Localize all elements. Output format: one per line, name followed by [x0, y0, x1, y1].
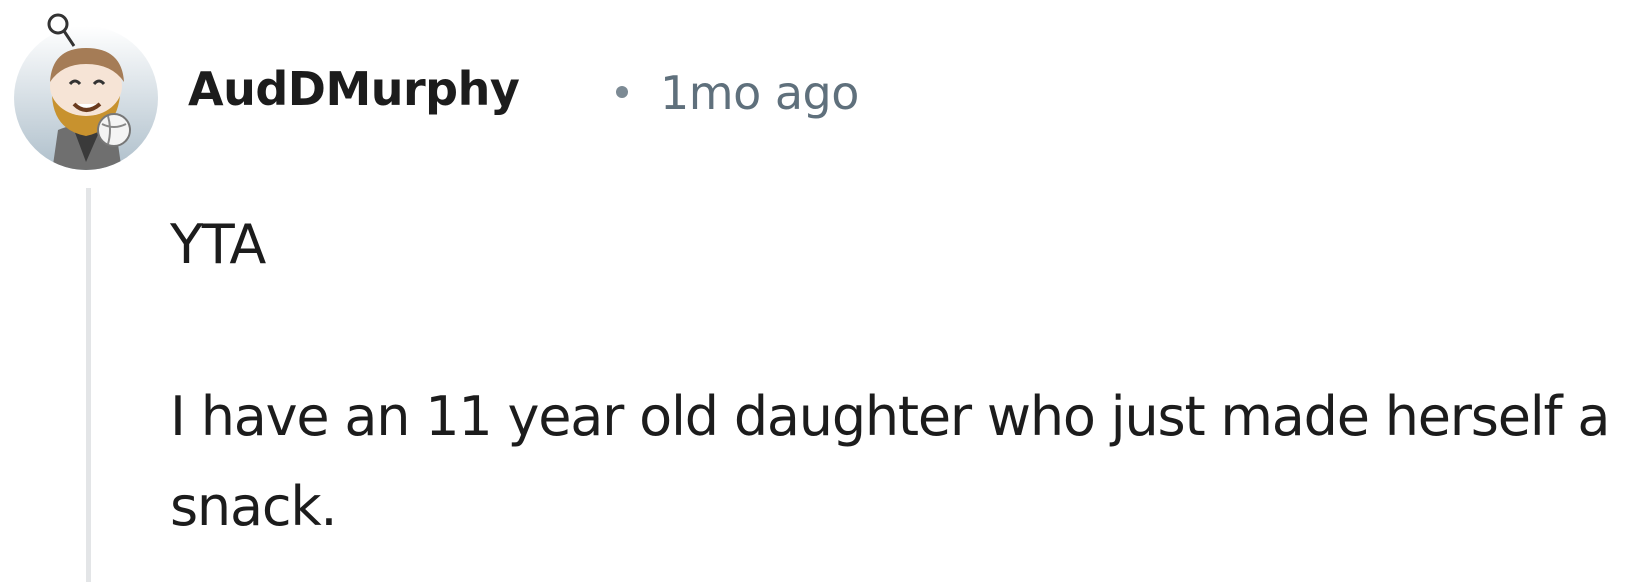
thread-line[interactable]: [86, 188, 91, 582]
snoo-avatar-icon: [14, 13, 158, 170]
avatar[interactable]: [12, 12, 164, 172]
comment-body: YTA I have an 11 year old daughter who j…: [170, 200, 1610, 552]
author-username[interactable]: AudDMurphy: [188, 66, 520, 112]
separator-dot: [616, 86, 628, 98]
comment-paragraph: I have an 11 year old daughter who just …: [170, 385, 1610, 538]
timestamp[interactable]: 1mo ago: [660, 70, 859, 116]
comment: AudDMurphy 1mo ago YTA I have an 11 year…: [0, 0, 1626, 582]
comment-paragraph: YTA: [170, 213, 266, 276]
